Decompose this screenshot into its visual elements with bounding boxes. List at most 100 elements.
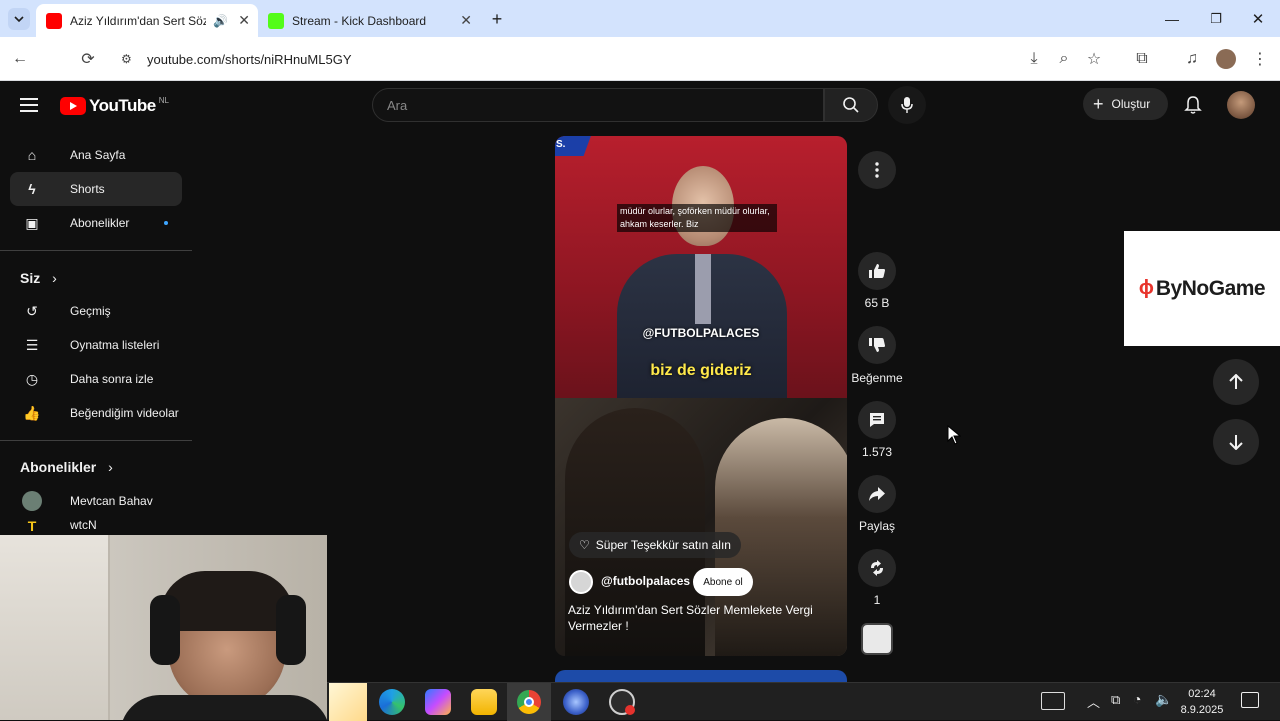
tab-kick[interactable]: Stream - Kick Dashboard ✕	[258, 4, 480, 37]
subscribe-button[interactable]: Abone ol	[693, 568, 753, 596]
install-icon[interactable]: ⤓	[1022, 47, 1046, 71]
sidebar-channel-item[interactable]: T wtcN	[10, 518, 182, 536]
restore-button[interactable]: ❐	[1204, 8, 1228, 30]
tab-youtube[interactable]: Aziz Yıldırım'dan Sert Sözler 🔊 ✕	[36, 4, 258, 37]
network-icon[interactable]: ⧉	[1111, 692, 1120, 708]
address-bar[interactable]: ⚙ youtube.com/shorts/niRHnuML5GY	[112, 43, 1012, 75]
sidebar-item-label: Abonelikler	[70, 216, 130, 230]
dislike-button[interactable]	[858, 326, 896, 364]
notification-center-icon[interactable]	[1241, 692, 1259, 708]
super-thanks-label: Süper Teşekkür satın alın	[595, 538, 731, 552]
sidebar-item-home[interactable]: ⌂ Ana Sayfa	[10, 138, 182, 172]
remix-icon	[871, 560, 883, 576]
comment-count: 1.573	[861, 445, 893, 459]
clock-time: 02:24	[1188, 688, 1216, 700]
more-menu-icon[interactable]: ⋮	[1248, 47, 1272, 71]
news-icon[interactable]	[1041, 692, 1065, 710]
zoom-icon[interactable]: ⌕	[1052, 47, 1076, 71]
search-button[interactable]	[824, 88, 878, 122]
close-tab-icon[interactable]: ✕	[238, 12, 250, 29]
comments-button[interactable]	[858, 401, 896, 439]
bynogame-logo-icon: ϕ	[1138, 277, 1154, 299]
sidebar-item-label: Mevtcan Bahav	[70, 494, 153, 508]
headset	[150, 595, 180, 665]
url-text: youtube.com/shorts/niRHnuML5GY	[147, 51, 352, 67]
extensions-icon[interactable]: ⧉	[1130, 47, 1154, 71]
sidebar-item-history[interactable]: ↺ Geçmiş	[10, 294, 182, 328]
share-button[interactable]	[858, 475, 896, 513]
chrome-browser-icon[interactable]	[507, 683, 551, 721]
sound-avatar[interactable]	[861, 623, 893, 655]
profile-avatar[interactable]	[1214, 47, 1238, 71]
kick-favicon-icon	[268, 12, 284, 29]
sidebar-item-shorts[interactable]: ϟ Shorts	[10, 172, 182, 206]
channel-name[interactable]: @futbolpalaces	[601, 574, 690, 588]
watermark: @FUTBOLPALACES	[642, 326, 760, 340]
close-tab-icon[interactable]: ✕	[460, 12, 472, 29]
notifications-bell-icon[interactable]	[1183, 95, 1203, 115]
widgets-icon[interactable]	[329, 683, 367, 721]
like-button[interactable]	[858, 252, 896, 290]
more-options-button[interactable]	[858, 151, 896, 189]
clock[interactable]: 02:24 8.9.2025	[1177, 686, 1227, 718]
next-video-button[interactable]	[1213, 419, 1259, 465]
remix-button[interactable]	[858, 549, 896, 587]
bookmark-star-icon[interactable]: ☆	[1082, 47, 1106, 71]
previous-video-button[interactable]	[1213, 359, 1259, 405]
hamburger-menu-icon[interactable]	[20, 95, 42, 115]
channel-avatar	[20, 491, 44, 511]
sidebar-item-liked-videos[interactable]: 👍 Beğendiğim videolar	[10, 396, 182, 430]
chevron-right-icon: ›	[108, 459, 113, 475]
tab-title: Aziz Yıldırım'dan Sert Sözler	[70, 13, 206, 28]
ad-banner[interactable]: ϕ ByNoGame	[1124, 231, 1280, 346]
voice-search-button[interactable]	[888, 86, 926, 124]
sidebar-item-label: wtcN	[70, 518, 97, 532]
you-section-label: Siz	[20, 270, 41, 286]
media-control-icon[interactable]: ♫	[1180, 47, 1204, 71]
wifi-icon[interactable]: ◔	[1133, 691, 1141, 707]
channel-avatar: T	[27, 518, 37, 534]
file-explorer-icon[interactable]	[471, 689, 497, 715]
you-section-title[interactable]: Siz ›	[20, 270, 57, 286]
volume-icon[interactable]: 🔈	[1155, 691, 1172, 708]
site-info-icon[interactable]: ⚙	[121, 52, 132, 66]
channel-avatar[interactable]	[569, 570, 593, 594]
video-title[interactable]: Aziz Yıldırım'dan Sert Sözler Memlekete …	[568, 602, 818, 634]
sidebar-item-playlists[interactable]: ☰ Oynatma listeleri	[10, 328, 182, 362]
edge-browser-icon[interactable]	[379, 689, 405, 715]
plus-icon: +	[1093, 93, 1104, 114]
tab-search-button[interactable]	[8, 8, 30, 30]
create-button[interactable]: + Oluştur	[1083, 88, 1168, 120]
chevron-up-icon[interactable]: ︿	[1087, 692, 1100, 711]
sidebar-divider	[0, 440, 192, 441]
minimize-button[interactable]: —	[1160, 8, 1184, 30]
like-count: 65 B	[864, 296, 890, 310]
corner-tag: S.	[555, 136, 607, 156]
reload-button[interactable]: ⟳	[76, 47, 100, 71]
account-avatar[interactable]	[1227, 91, 1255, 119]
comment-icon	[870, 413, 884, 427]
tab-title: Stream - Kick Dashboard	[292, 13, 427, 28]
close-window-button[interactable]: ✕	[1246, 8, 1270, 30]
remix-count: 1	[873, 593, 881, 607]
sidebar-channel-item[interactable]: Mevtcan Bahav	[10, 484, 182, 518]
obs-recording-icon[interactable]	[609, 689, 635, 715]
new-tab-button[interactable]: +	[486, 8, 508, 30]
super-thanks-button[interactable]: ♡ Süper Teşekkür satın alın	[569, 532, 741, 558]
sidebar-item-watch-later[interactable]: ◷ Daha sonra izle	[10, 362, 182, 396]
youtube-logo[interactable]: YouTube NL	[60, 95, 169, 117]
shorts-video-player[interactable]: S. müdür olurlar, şoförken müdür olurlar…	[555, 136, 847, 656]
history-icon: ↺	[26, 302, 38, 319]
thumbs-down-icon	[869, 338, 885, 352]
back-button[interactable]: ←	[8, 47, 32, 71]
search-input[interactable]: Ara	[372, 88, 824, 122]
browser-toolbar: ← ⟳ ⚙ youtube.com/shorts/niRHnuML5GY ⤓ ⌕…	[0, 37, 1280, 81]
app-icon[interactable]	[563, 689, 589, 715]
subscriptions-icon: ▣	[25, 214, 39, 231]
next-video-preview[interactable]	[555, 670, 847, 682]
copilot-icon[interactable]	[425, 689, 451, 715]
youtube-play-icon	[60, 97, 86, 115]
webcam-overlay	[0, 535, 327, 720]
sidebar-item-subscriptions[interactable]: ▣ Abonelikler	[10, 206, 182, 240]
subscriptions-section-title[interactable]: Abonelikler ›	[20, 459, 113, 475]
